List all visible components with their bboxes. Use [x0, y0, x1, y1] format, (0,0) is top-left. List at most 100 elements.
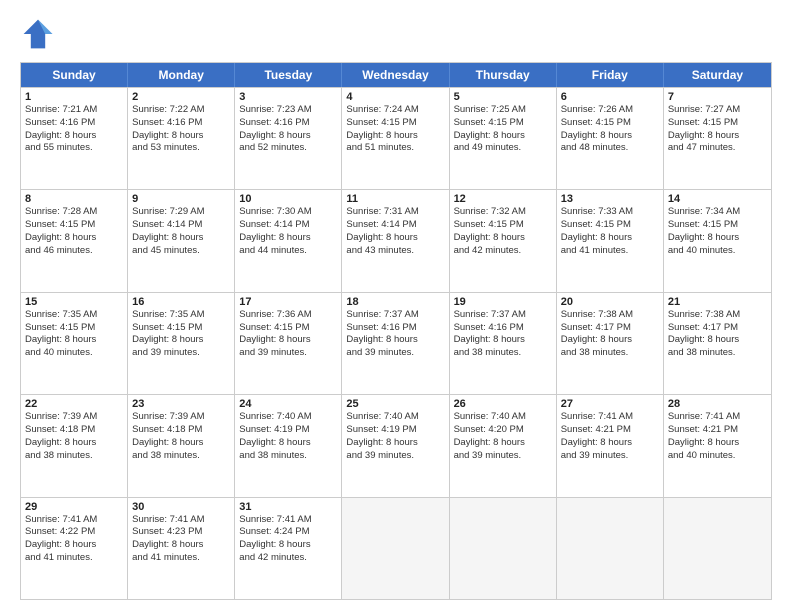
- calendar-cell: [664, 498, 771, 599]
- calendar-row: 29Sunrise: 7:41 AMSunset: 4:22 PMDayligh…: [21, 497, 771, 599]
- cell-info-line: Sunrise: 7:41 AM: [561, 411, 659, 424]
- cell-info-line: Sunset: 4:16 PM: [346, 322, 444, 335]
- calendar-cell: 8Sunrise: 7:28 AMSunset: 4:15 PMDaylight…: [21, 190, 128, 291]
- calendar-body: 1Sunrise: 7:21 AMSunset: 4:16 PMDaylight…: [21, 87, 771, 599]
- calendar-cell: 28Sunrise: 7:41 AMSunset: 4:21 PMDayligh…: [664, 395, 771, 496]
- cell-info-line: Daylight: 8 hours: [454, 232, 552, 245]
- cell-info-line: and 52 minutes.: [239, 142, 337, 155]
- cell-info-line: Sunset: 4:24 PM: [239, 526, 337, 539]
- calendar-cell: 30Sunrise: 7:41 AMSunset: 4:23 PMDayligh…: [128, 498, 235, 599]
- cell-info-line: Sunrise: 7:26 AM: [561, 104, 659, 117]
- cell-info-line: Sunset: 4:16 PM: [239, 117, 337, 130]
- cell-info-line: Daylight: 8 hours: [668, 437, 767, 450]
- cell-info-line: Daylight: 8 hours: [668, 232, 767, 245]
- cell-info-line: Sunset: 4:15 PM: [239, 322, 337, 335]
- calendar-cell: 4Sunrise: 7:24 AMSunset: 4:15 PMDaylight…: [342, 88, 449, 189]
- day-number: 24: [239, 398, 337, 410]
- day-number: 25: [346, 398, 444, 410]
- cell-info-line: Daylight: 8 hours: [25, 539, 123, 552]
- cell-info-line: Daylight: 8 hours: [346, 130, 444, 143]
- calendar-cell: 18Sunrise: 7:37 AMSunset: 4:16 PMDayligh…: [342, 293, 449, 394]
- cell-info-line: Daylight: 8 hours: [239, 437, 337, 450]
- cell-info-line: Sunrise: 7:39 AM: [132, 411, 230, 424]
- cell-info-line: Sunset: 4:15 PM: [561, 117, 659, 130]
- day-number: 15: [25, 296, 123, 308]
- cell-info-line: and 43 minutes.: [346, 245, 444, 258]
- day-of-week-header: Thursday: [450, 63, 557, 87]
- calendar-cell: 3Sunrise: 7:23 AMSunset: 4:16 PMDaylight…: [235, 88, 342, 189]
- cell-info-line: and 39 minutes.: [239, 347, 337, 360]
- cell-info-line: and 44 minutes.: [239, 245, 337, 258]
- day-number: 29: [25, 501, 123, 513]
- calendar-cell: 31Sunrise: 7:41 AMSunset: 4:24 PMDayligh…: [235, 498, 342, 599]
- cell-info-line: Daylight: 8 hours: [25, 437, 123, 450]
- cell-info-line: and 38 minutes.: [25, 450, 123, 463]
- cell-info-line: Sunrise: 7:36 AM: [239, 309, 337, 322]
- day-number: 7: [668, 91, 767, 103]
- cell-info-line: Sunrise: 7:39 AM: [25, 411, 123, 424]
- calendar-row: 15Sunrise: 7:35 AM Sunset: 4:15 PM Dayligh…: [21, 292, 771, 394]
- cell-info-line: and 41 minutes.: [25, 552, 123, 565]
- day-number: 18: [346, 296, 444, 308]
- cell-info-line: Sunrise: 7:41 AM: [25, 514, 123, 527]
- day-number: 28: [668, 398, 767, 410]
- cell-info-line: Daylight: 8 hours: [239, 130, 337, 143]
- day-number: 13: [561, 193, 659, 205]
- cell-info-line: Sunset: 4:18 PM: [132, 424, 230, 437]
- cell-info-line: Sunrise: 7:33 AM: [561, 206, 659, 219]
- cell-info-line: Sunset: 4:17 PM: [561, 322, 659, 335]
- cell-info-line: Sunset: 4:23 PM: [132, 526, 230, 539]
- day-number: 21: [668, 296, 767, 308]
- day-number: 26: [454, 398, 552, 410]
- cell-info-line: Sunset: 4:15 PM: [454, 219, 552, 232]
- calendar-cell: 1Sunrise: 7:21 AMSunset: 4:16 PMDaylight…: [21, 88, 128, 189]
- calendar-cell: 26Sunrise: 7:40 AMSunset: 4:20 PMDayligh…: [450, 395, 557, 496]
- day-number: 3: [239, 91, 337, 103]
- cell-info-line: Daylight: 8 hours: [239, 232, 337, 245]
- cell-info-line: Sunset: 4:22 PM: [25, 526, 123, 539]
- day-number: 20: [561, 296, 659, 308]
- calendar-cell: 11Sunrise: 7:31 AMSunset: 4:14 PMDayligh…: [342, 190, 449, 291]
- calendar-cell: 17Sunrise: 7:36 AMSunset: 4:15 PMDayligh…: [235, 293, 342, 394]
- cell-info-line: and 38 minutes.: [454, 347, 552, 360]
- day-number: 23: [132, 398, 230, 410]
- cell-info-line: Sunrise: 7:35 AM: [25, 309, 123, 322]
- cell-info-line: Daylight: 8 hours: [132, 539, 230, 552]
- day-number: 17: [239, 296, 337, 308]
- calendar-cell: 5Sunrise: 7:25 AMSunset: 4:15 PMDaylight…: [450, 88, 557, 189]
- cell-info-line: Sunrise: 7:25 AM: [454, 104, 552, 117]
- cell-info-line: and 40 minutes.: [25, 347, 123, 360]
- day-number: 11: [346, 193, 444, 205]
- calendar-cell: 13Sunrise: 7:33 AMSunset: 4:15 PMDayligh…: [557, 190, 664, 291]
- cell-info-line: Sunset: 4:15 PM: [454, 117, 552, 130]
- day-number: 30: [132, 501, 230, 513]
- logo: [20, 16, 62, 52]
- cell-info-line: Sunset: 4:17 PM: [668, 322, 767, 335]
- cell-info-line: Sunrise: 7:24 AM: [346, 104, 444, 117]
- cell-info-line: Sunset: 4:14 PM: [132, 219, 230, 232]
- cell-info-line: Daylight: 8 hours: [454, 437, 552, 450]
- cell-info-line: and 40 minutes.: [668, 450, 767, 463]
- cell-info-line: and 40 minutes.: [668, 245, 767, 258]
- calendar-cell: 23Sunrise: 7:39 AMSunset: 4:18 PMDayligh…: [128, 395, 235, 496]
- cell-info-line: Sunset: 4:14 PM: [239, 219, 337, 232]
- cell-info-line: Sunset: 4:16 PM: [25, 117, 123, 130]
- day-number: 22: [25, 398, 123, 410]
- day-number: 14: [668, 193, 767, 205]
- cell-info-line: Sunrise: 7:38 AM: [668, 309, 767, 322]
- day-number: 12: [454, 193, 552, 205]
- cell-info-line: Daylight: 8 hours: [132, 437, 230, 450]
- day-number: 8: [25, 193, 123, 205]
- cell-info-line: Sunrise: 7:30 AM: [239, 206, 337, 219]
- cell-info-line: Daylight: 8 hours: [25, 334, 123, 347]
- cell-info-line: Sunset: 4:15 PM: [346, 117, 444, 130]
- cell-info-line: and 47 minutes.: [668, 142, 767, 155]
- calendar-row: 22Sunrise: 7:39 AMSunset: 4:18 PMDayligh…: [21, 394, 771, 496]
- cell-info-line: Daylight: 8 hours: [25, 130, 123, 143]
- cell-info-line: Sunrise: 7:40 AM: [346, 411, 444, 424]
- calendar-cell: 10Sunrise: 7:30 AMSunset: 4:14 PMDayligh…: [235, 190, 342, 291]
- calendar-cell: 24Sunrise: 7:40 AMSunset: 4:19 PMDayligh…: [235, 395, 342, 496]
- calendar-cell: 15Sunrise: 7:35 AMSunset: 4:15 PMDayligh…: [21, 293, 128, 394]
- cell-info-line: Daylight: 8 hours: [561, 130, 659, 143]
- day-number: 27: [561, 398, 659, 410]
